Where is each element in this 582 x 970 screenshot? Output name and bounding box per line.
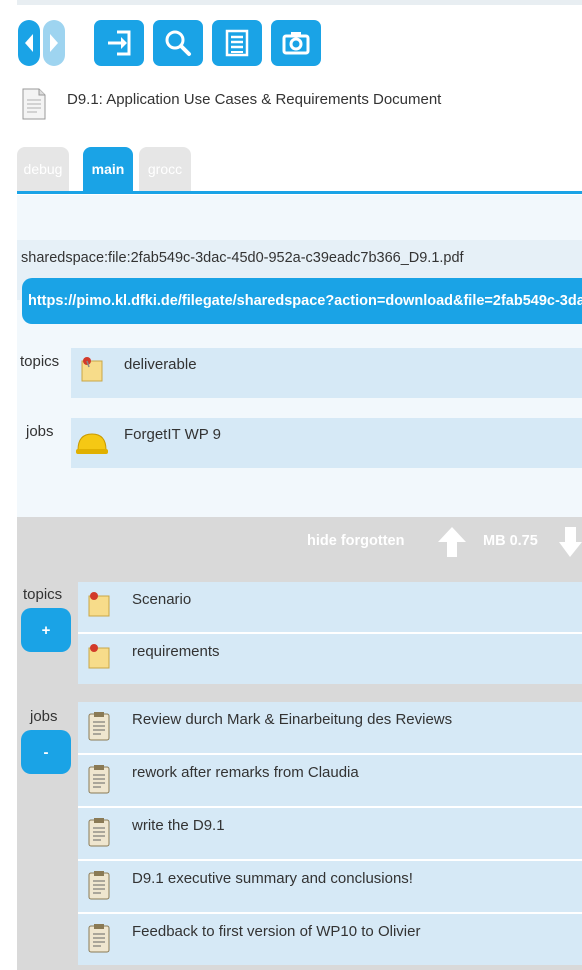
open-button[interactable] — [94, 20, 144, 66]
clipboard-icon — [88, 712, 110, 741]
topics-label: topics — [20, 353, 60, 370]
download-url: https://pimo.kl.dfki.de/filegate/shareds… — [28, 293, 582, 309]
forget-bar: hide forgotten MB 0.75 — [17, 517, 582, 579]
jobs-label: jobs — [26, 423, 54, 440]
note-pin-icon — [88, 644, 110, 669]
arrow-down-icon[interactable] — [559, 525, 582, 559]
forward-button[interactable] — [43, 20, 65, 66]
note-pin-icon — [81, 357, 103, 382]
page-title: D9.1: Application Use Cases & Requiremen… — [67, 91, 442, 108]
list-item-job[interactable]: D9.1 executive summary and conclusions! — [78, 861, 582, 912]
camera-icon — [282, 32, 310, 55]
hide-forgotten-link[interactable]: hide forgotten — [307, 533, 404, 549]
list-item-job[interactable]: ForgetIT WP 9 — [71, 418, 582, 468]
job-label: rework after remarks from Claudia — [132, 764, 359, 781]
job-label: Review durch Mark & Einarbeitung des Rev… — [132, 711, 453, 728]
back-button[interactable] — [18, 20, 40, 66]
memory-size: MB 0.75 — [483, 533, 538, 549]
job-label: D9.1 executive summary and conclusions! — [132, 870, 413, 887]
list-icon — [225, 29, 249, 57]
tab-main[interactable]: main — [83, 147, 133, 191]
left-strip — [0, 0, 17, 970]
list-button[interactable] — [212, 20, 262, 66]
clipboard-icon — [88, 871, 110, 900]
list-item-job[interactable]: Review durch Mark & Einarbeitung des Rev… — [78, 702, 582, 753]
resource-path: sharedspace:file:2fab549c-3dac-45d0-952a… — [21, 250, 464, 266]
topic-label: deliverable — [124, 356, 197, 373]
list-item-topic[interactable]: Scenario — [78, 582, 582, 632]
top-scroll-edge — [17, 0, 582, 5]
clipboard-icon — [88, 765, 110, 794]
chevron-right-icon — [50, 34, 58, 52]
list-item-topic[interactable]: deliverable — [71, 348, 582, 398]
clipboard-icon — [88, 924, 110, 953]
topic-label: requirements — [132, 643, 220, 660]
note-pin-icon — [88, 592, 110, 617]
job-label: ForgetIT WP 9 — [124, 426, 221, 443]
expand-topics-button[interactable]: + — [21, 608, 71, 652]
document-icon — [22, 88, 46, 120]
download-url-button[interactable]: https://pimo.kl.dfki.de/filegate/shareds… — [22, 278, 582, 324]
enter-icon — [108, 30, 131, 56]
tab-underline — [17, 191, 582, 194]
list-item-topic[interactable]: requirements — [78, 634, 582, 684]
document-header: D9.1: Application Use Cases & Requiremen… — [17, 86, 582, 120]
job-label: write the D9.1 — [132, 817, 225, 834]
camera-button[interactable] — [271, 20, 321, 66]
list-item-job[interactable]: Feedback to first version of WP10 to Oli… — [78, 914, 582, 965]
resource-path-row: sharedspace:file:2fab549c-3dac-45d0-952a… — [17, 240, 582, 324]
search-icon — [165, 30, 191, 56]
tab-grocc[interactable]: grocc — [139, 147, 191, 191]
list-item-job[interactable]: write the D9.1 — [78, 808, 582, 859]
related-jobs-label: jobs — [30, 708, 58, 725]
job-label: Feedback to first version of WP10 to Oli… — [132, 923, 421, 940]
tab-debug[interactable]: debug — [17, 147, 69, 191]
tab-bar: debug main grocc — [17, 147, 582, 195]
clipboard-icon — [88, 818, 110, 847]
search-button[interactable] — [153, 20, 203, 66]
hard-hat-icon — [76, 433, 108, 454]
related-topics-label: topics — [23, 586, 63, 603]
list-item-job[interactable]: rework after remarks from Claudia — [78, 755, 582, 806]
arrow-up-icon[interactable] — [436, 525, 468, 559]
topic-label: Scenario — [132, 591, 192, 608]
collapse-jobs-button[interactable]: - — [21, 730, 71, 774]
chevron-left-icon — [25, 34, 33, 52]
